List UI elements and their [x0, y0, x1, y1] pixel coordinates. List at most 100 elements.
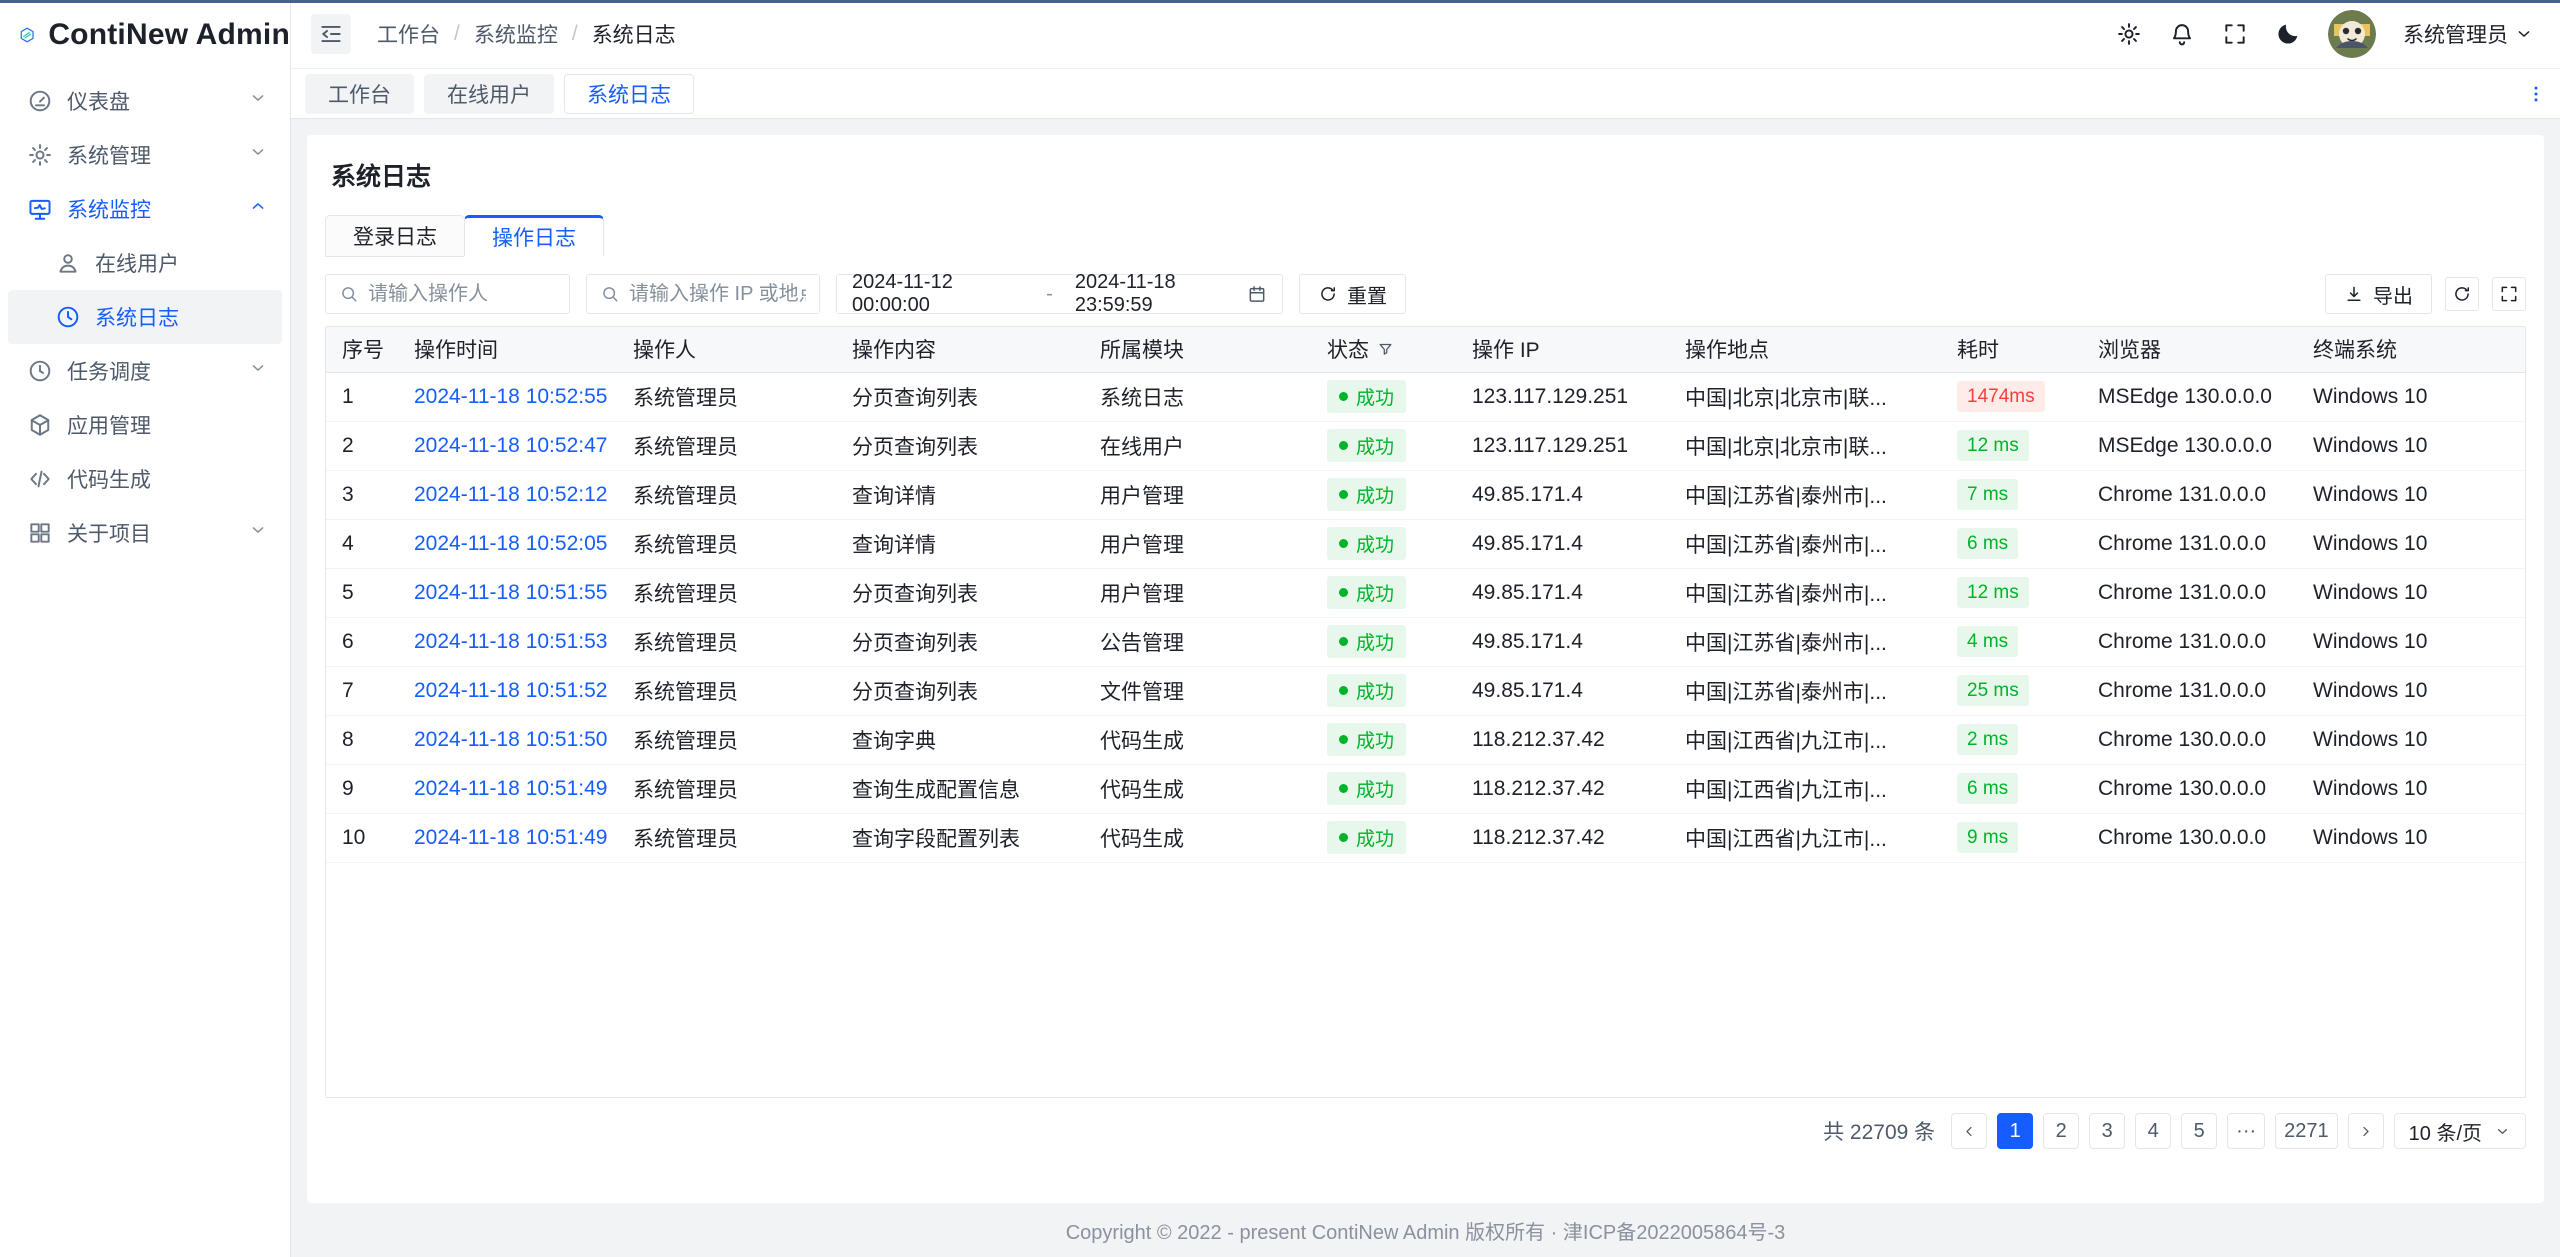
tab-operation-log[interactable]: 操作日志: [464, 215, 604, 257]
refresh-icon: [1318, 284, 1338, 304]
row-index: 8: [342, 728, 354, 751]
status-badge: 成功: [1327, 478, 1406, 511]
table-row: 6 2024-11-18 10:51:53 系统管理员 分页查询列表 公告管理 …: [326, 617, 2525, 666]
duration-text: 1474ms: [1967, 386, 2035, 408]
status-text: 成功: [1356, 530, 1394, 557]
sidebar-item-system-log[interactable]: 系统日志: [8, 290, 282, 344]
duration-text: 2 ms: [1967, 729, 2008, 751]
sidebar-item-app-management[interactable]: 应用管理: [8, 398, 282, 452]
sidebar-item-label: 系统监控: [67, 194, 151, 224]
gear-icon: [27, 142, 53, 168]
operator-search-input[interactable]: [368, 283, 556, 306]
top-header: 工作台 / 系统监控 / 系统日志: [291, 0, 2560, 69]
sidebar-collapse-button[interactable]: [311, 14, 351, 54]
date-range-picker[interactable]: 2024-11-12 00:00:00 - 2024-11-18 23:59:5…: [836, 274, 1283, 314]
status-badge: 成功: [1327, 723, 1406, 756]
sidebar-item-task-schedule[interactable]: 任务调度: [8, 344, 282, 398]
settings-icon[interactable]: [2116, 21, 2142, 47]
operation-time-link[interactable]: 2024-11-18 10:52:05: [414, 532, 607, 555]
next-page-button[interactable]: [2348, 1113, 2384, 1149]
operation-time-link[interactable]: 2024-11-18 10:52:47: [414, 434, 607, 457]
operation-time-link[interactable]: 2024-11-18 10:51:50: [414, 728, 607, 751]
duration-text: 6 ms: [1967, 778, 2008, 800]
dark-mode-moon-icon[interactable]: [2275, 21, 2301, 47]
page-button-4[interactable]: 4: [2135, 1113, 2171, 1149]
row-module: 用户管理: [1100, 485, 1184, 508]
status-dot: [1339, 833, 1348, 842]
sidebar-item-code-generation[interactable]: 代码生成: [8, 452, 282, 506]
status-filter-icon[interactable]: [1377, 341, 1394, 358]
row-content: 分页查询列表: [852, 583, 978, 606]
status-dot: [1339, 392, 1348, 401]
col-operator: 操作人: [633, 339, 696, 362]
breadcrumb-item[interactable]: 工作台: [377, 19, 440, 49]
status-text: 成功: [1356, 628, 1394, 655]
sidebar-item-online-users[interactable]: 在线用户: [8, 236, 282, 290]
notification-bell-icon[interactable]: [2169, 21, 2195, 47]
prev-page-button[interactable]: [1951, 1113, 1987, 1149]
logo[interactable]: ContiNew Admin: [0, 0, 290, 69]
sidebar-item-system-management[interactable]: 系统管理: [8, 128, 282, 182]
logo-icon: [19, 13, 35, 57]
sidebar-item-about-project[interactable]: 关于项目: [8, 506, 282, 560]
sidebar-item-label: 关于项目: [67, 518, 151, 548]
breadcrumb: 工作台 / 系统监控 / 系统日志: [377, 19, 676, 49]
operation-time-link[interactable]: 2024-11-18 10:51:49: [414, 777, 607, 800]
date-end: 2024-11-18 23:59:59: [1075, 271, 1247, 317]
reset-button[interactable]: 重置: [1299, 274, 1406, 314]
row-content: 查询生成配置信息: [852, 779, 1020, 802]
status-dot: [1339, 539, 1348, 548]
operation-time-link[interactable]: 2024-11-18 10:52:55: [414, 385, 607, 408]
chevron-down-icon: [248, 88, 268, 114]
user-menu[interactable]: 系统管理员: [2403, 19, 2534, 49]
page-ellipsis-button[interactable]: ···: [2227, 1113, 2265, 1149]
tab-label: 在线用户: [447, 79, 531, 109]
breadcrumb-item[interactable]: 系统监控: [474, 19, 558, 49]
fullscreen-table-button[interactable]: [2492, 277, 2526, 311]
operation-time-link[interactable]: 2024-11-18 10:51:53: [414, 630, 607, 653]
page-button-2[interactable]: 2: [2043, 1113, 2079, 1149]
export-button[interactable]: 导出: [2325, 274, 2432, 314]
avatar[interactable]: [2328, 10, 2376, 58]
row-index: 10: [342, 826, 365, 849]
operation-time-link[interactable]: 2024-11-18 10:51:55: [414, 581, 607, 604]
col-module: 所属模块: [1100, 339, 1184, 362]
refresh-table-button[interactable]: [2445, 277, 2479, 311]
page-button-3[interactable]: 3: [2089, 1113, 2125, 1149]
row-ip: 123.117.129.251: [1472, 385, 1628, 408]
page-button-5[interactable]: 5: [2181, 1113, 2217, 1149]
row-os: Windows 10: [2313, 826, 2427, 849]
row-ip: 49.85.171.4: [1472, 679, 1583, 702]
user-icon: [55, 250, 81, 276]
row-location: 中国|江苏省|泰州市|...: [1685, 485, 1887, 508]
grid-icon: [27, 520, 53, 546]
row-os: Windows 10: [2313, 728, 2427, 751]
tab-login-log[interactable]: 登录日志: [325, 215, 465, 257]
status-badge: 成功: [1327, 674, 1406, 707]
tab-system-log[interactable]: 系统日志: [564, 74, 694, 114]
sidebar-item-dashboard[interactable]: 仪表盘: [8, 74, 282, 128]
tab-online-users[interactable]: 在线用户: [424, 74, 554, 114]
filter-toolbar: 2024-11-12 00:00:00 - 2024-11-18 23:59:5…: [325, 274, 2526, 314]
row-browser: Chrome 130.0.0.0: [2098, 826, 2266, 849]
operation-time-link[interactable]: 2024-11-18 10:52:12: [414, 483, 607, 506]
duration-text: 7 ms: [1967, 484, 2008, 506]
row-os: Windows 10: [2313, 777, 2427, 800]
operation-time-link[interactable]: 2024-11-18 10:51:52: [414, 679, 607, 702]
row-index: 3: [342, 483, 354, 506]
sidebar-item-system-monitor[interactable]: 系统监控: [8, 182, 282, 236]
row-browser: Chrome 131.0.0.0: [2098, 679, 2266, 702]
search-icon: [339, 284, 359, 304]
duration-badge: 6 ms: [1957, 773, 2018, 804]
chevron-left-icon: [1961, 1123, 1978, 1140]
tab-more-button[interactable]: [2526, 84, 2546, 104]
tab-workbench[interactable]: 工作台: [305, 74, 414, 114]
operation-time-link[interactable]: 2024-11-18 10:51:49: [414, 826, 607, 849]
ip-search-input[interactable]: [629, 283, 806, 306]
page-button-1[interactable]: 1: [1997, 1113, 2033, 1149]
reset-label: 重置: [1347, 280, 1387, 309]
breadcrumb-separator: /: [572, 22, 578, 46]
fullscreen-icon[interactable]: [2222, 21, 2248, 47]
page-button-last[interactable]: 2271: [2275, 1113, 2338, 1149]
page-size-select[interactable]: 10 条/页: [2394, 1113, 2526, 1149]
